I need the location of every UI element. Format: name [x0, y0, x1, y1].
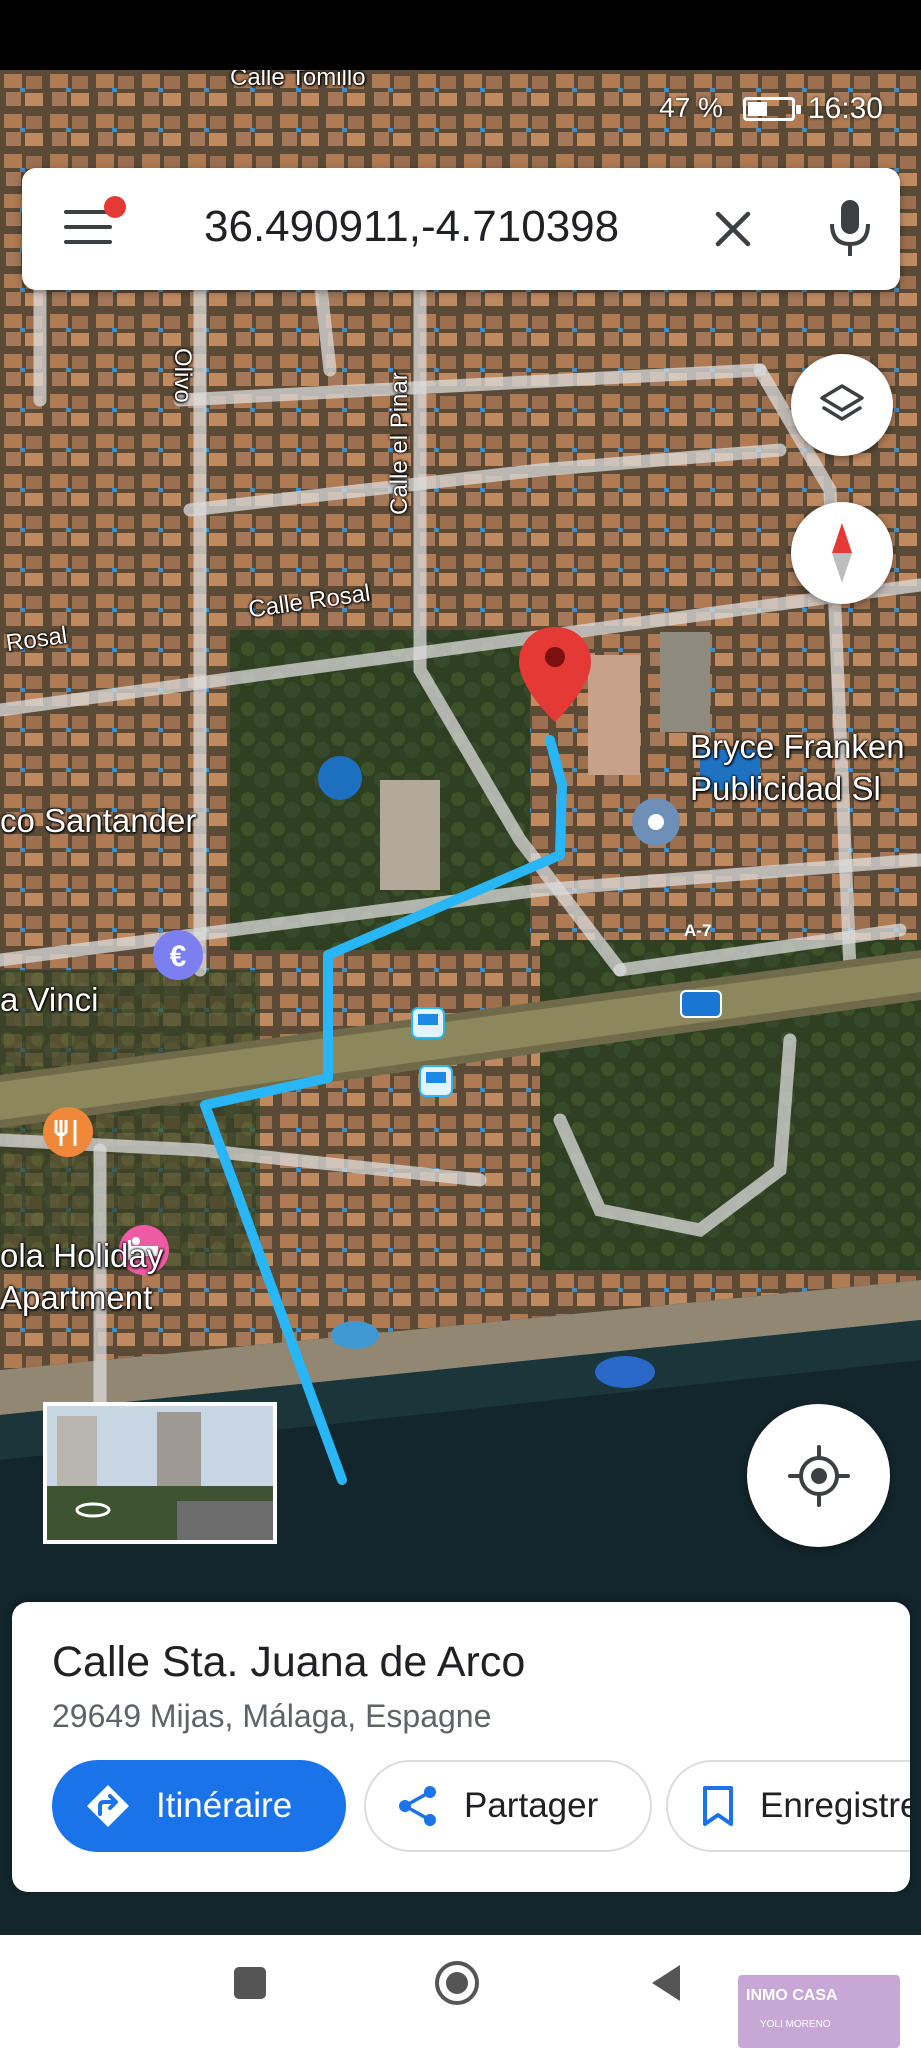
place-info-card[interactable]: Calle Sta. Juana de Arco 29649 Mijas, Má…: [12, 1602, 910, 1892]
place-marker-icon[interactable]: [632, 798, 680, 846]
place-address: 29649 Mijas, Málaga, Espagne: [52, 1698, 492, 1734]
poi-label[interactable]: ola Holiday Apartment: [0, 1235, 200, 1319]
battery-percentage: 47 %: [659, 92, 723, 123]
street-label: Calle el Pinar: [386, 372, 413, 515]
bus-stop-icon: [411, 1007, 445, 1039]
directions-button[interactable]: Itinéraire: [52, 1760, 346, 1852]
compass-icon: [832, 523, 852, 583]
highway-label: A-7: [684, 921, 712, 940]
watermark-title: INMO CASA: [746, 1987, 838, 2004]
highway-shield: [680, 990, 722, 1018]
back-icon[interactable]: [646, 1961, 686, 2005]
status-bar: 47 % 16:30: [0, 70, 921, 130]
street-view-photo: [47, 1406, 273, 1540]
layers-icon: [820, 384, 864, 421]
mic-icon[interactable]: [822, 196, 878, 262]
watermark-subtitle: YOLI MORENO: [760, 2019, 831, 2030]
battery-icon: [743, 97, 801, 121]
my-location-button[interactable]: [747, 1404, 890, 1547]
compass-button[interactable]: [791, 502, 893, 604]
poi-label[interactable]: Bryce Franken Publicidad Sl: [690, 726, 920, 810]
poi-label[interactable]: a Vinci: [0, 979, 98, 1021]
share-label: Partager: [464, 1786, 599, 1825]
search-bar[interactable]: 36.490911,-4.710398: [22, 168, 900, 290]
bookmark-icon: [703, 1786, 733, 1826]
restaurant-marker-icon[interactable]: [43, 1107, 93, 1157]
street-view-thumbnail[interactable]: [43, 1402, 277, 1544]
street-label: Olivo: [169, 348, 196, 403]
save-label: Enregistrer: [760, 1786, 910, 1825]
place-title: Calle Sta. Juana de Arco: [52, 1638, 526, 1686]
clock: 16:30: [807, 92, 883, 125]
close-icon[interactable]: [698, 194, 768, 264]
share-icon: [399, 1786, 436, 1826]
bank-marker-icon[interactable]: €: [153, 930, 203, 980]
svg-text:€: €: [170, 940, 187, 973]
menu-icon[interactable]: [64, 210, 114, 246]
directions-icon: [87, 1785, 129, 1827]
search-query[interactable]: 36.490911,-4.710398: [204, 202, 619, 252]
bus-stop-icon: [419, 1065, 453, 1097]
poi-label[interactable]: co Santander: [0, 800, 196, 842]
notification-dot: [104, 196, 126, 218]
layers-button[interactable]: [791, 354, 893, 456]
directions-label: Itinéraire: [156, 1786, 293, 1825]
share-button[interactable]: Partager: [364, 1760, 652, 1852]
home-icon[interactable]: [433, 1959, 481, 2007]
recent-apps-icon[interactable]: [230, 1963, 270, 2003]
my-location-icon: [787, 1444, 850, 1507]
save-button[interactable]: Enregistrer: [666, 1760, 910, 1852]
watermark: INMO CASA YOLI MORENO: [738, 1975, 900, 2048]
